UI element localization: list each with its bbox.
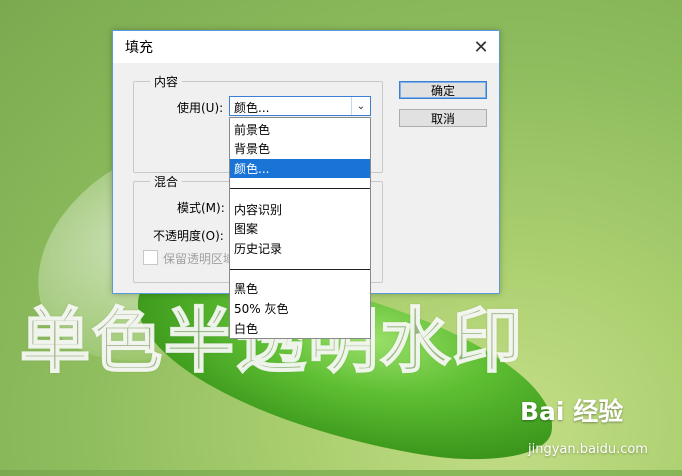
dropdown-item-color[interactable]: 颜色... <box>230 159 370 178</box>
preserve-transparency-label: 保留透明区域 <box>163 252 236 266</box>
opacity-label: 不透明度(O): <box>153 229 224 243</box>
dropdown-item-content-aware[interactable]: 内容识别 <box>230 200 370 219</box>
dropdown-item-gray[interactable]: 50% 灰色 <box>230 299 370 318</box>
dropdown-item-black[interactable]: 黑色 <box>230 279 370 298</box>
dropdown-item-history[interactable]: 历史记录 <box>230 239 370 258</box>
baidu-jingyan-logo: Bai 经验 <box>520 392 623 428</box>
mode-label: 模式(M): <box>177 201 225 215</box>
dropdown-item-white[interactable]: 白色 <box>230 319 370 338</box>
dropdown-item-pattern[interactable]: 图案 <box>230 219 370 238</box>
use-label: 使用(U): <box>177 101 224 115</box>
dropdown-item-foreground[interactable]: 前景色 <box>230 120 370 139</box>
dropdown-separator <box>230 269 370 270</box>
ok-button[interactable]: 确定 <box>399 81 487 99</box>
content-group-label: 内容 <box>150 73 183 90</box>
dropdown-item-background[interactable]: 背景色 <box>230 139 370 158</box>
logo-text: Bai 经验 <box>520 397 624 426</box>
dialog-title: 填充 <box>125 40 153 56</box>
chevron-down-icon[interactable]: ⌄ <box>351 97 370 115</box>
preserve-transparency-checkbox[interactable] <box>143 250 158 265</box>
use-select[interactable]: 颜色... ⌄ <box>229 96 371 116</box>
use-select-value: 颜色... <box>234 101 270 115</box>
cancel-button[interactable]: 取消 <box>399 109 487 127</box>
use-dropdown-list: 前景色 背景色 颜色... 内容识别 图案 历史记录 黑色 50% 灰色 白色 <box>229 117 371 339</box>
blend-group-label: 混合 <box>150 173 183 190</box>
logo-url: jingyan.baidu.com <box>528 442 648 457</box>
dropdown-separator <box>230 188 370 189</box>
close-icon[interactable]: ✕ <box>463 31 499 63</box>
dialog-titlebar: 填充 ✕ <box>113 31 499 63</box>
